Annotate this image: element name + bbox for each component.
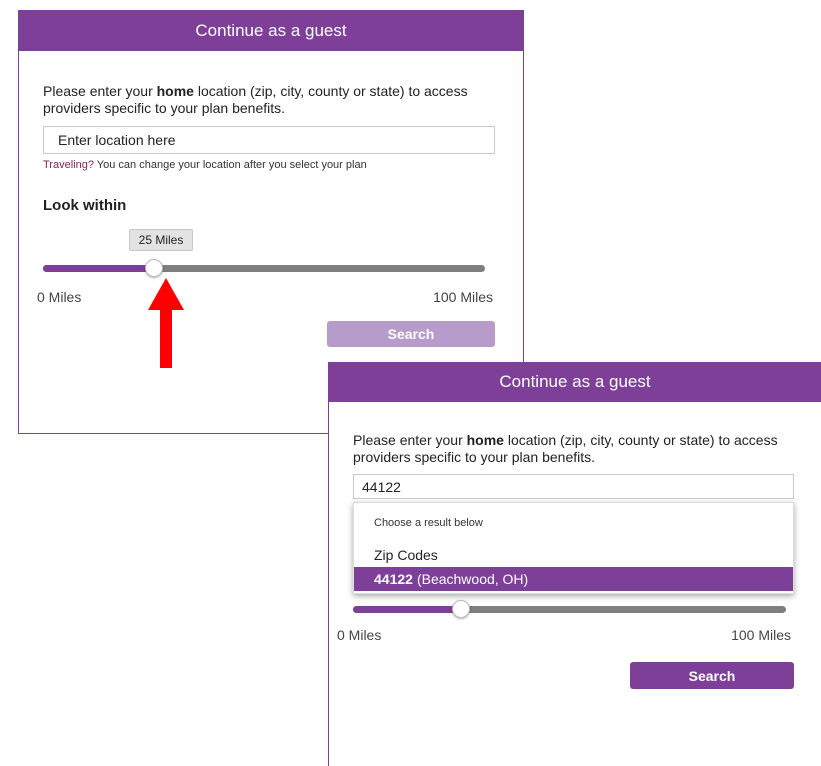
search-button[interactable]: Search [327, 321, 495, 347]
search-button[interactable]: Search [630, 662, 794, 689]
location-suggestions-dropdown: Choose a result below Zip Codes 44122 (Be… [353, 502, 794, 594]
red-up-arrow-icon [148, 278, 184, 368]
dropdown-result-item[interactable]: 44122 (Beachwood, OH) [354, 567, 793, 591]
panel-title: Continue as a guest [195, 21, 347, 40]
distance-slider-fill [353, 606, 462, 613]
guest-panel-front: Continue as a guest Please enter your ho… [328, 362, 821, 766]
panel-header: Continue as a guest [19, 11, 523, 51]
look-within-label: Look within [43, 197, 127, 214]
dropdown-heading: Choose a result below [374, 517, 483, 529]
dropdown-group-label: Zip Codes [374, 547, 438, 563]
distance-tooltip: 25 Miles [129, 229, 193, 251]
slider-min-label: 0 Miles [37, 289, 82, 305]
slider-min-label: 0 Miles [337, 627, 382, 643]
slider-max-label: 100 Miles [731, 627, 791, 643]
panel-title: Continue as a guest [499, 372, 651, 391]
distance-slider-fill [43, 265, 154, 272]
location-description: Please enter your home location (zip, ci… [353, 432, 778, 465]
distance-slider-thumb[interactable] [452, 600, 471, 618]
location-input[interactable] [43, 126, 495, 154]
distance-slider-track[interactable] [43, 265, 485, 272]
traveling-hint: Traveling? You can change your location … [43, 159, 367, 171]
location-input[interactable] [353, 474, 794, 499]
slider-max-label: 100 Miles [433, 289, 493, 305]
panel-header: Continue as a guest [329, 362, 821, 402]
distance-slider-thumb[interactable] [144, 259, 163, 277]
location-description: Please enter your home location (zip, ci… [43, 83, 468, 116]
distance-slider-track[interactable] [353, 606, 786, 613]
